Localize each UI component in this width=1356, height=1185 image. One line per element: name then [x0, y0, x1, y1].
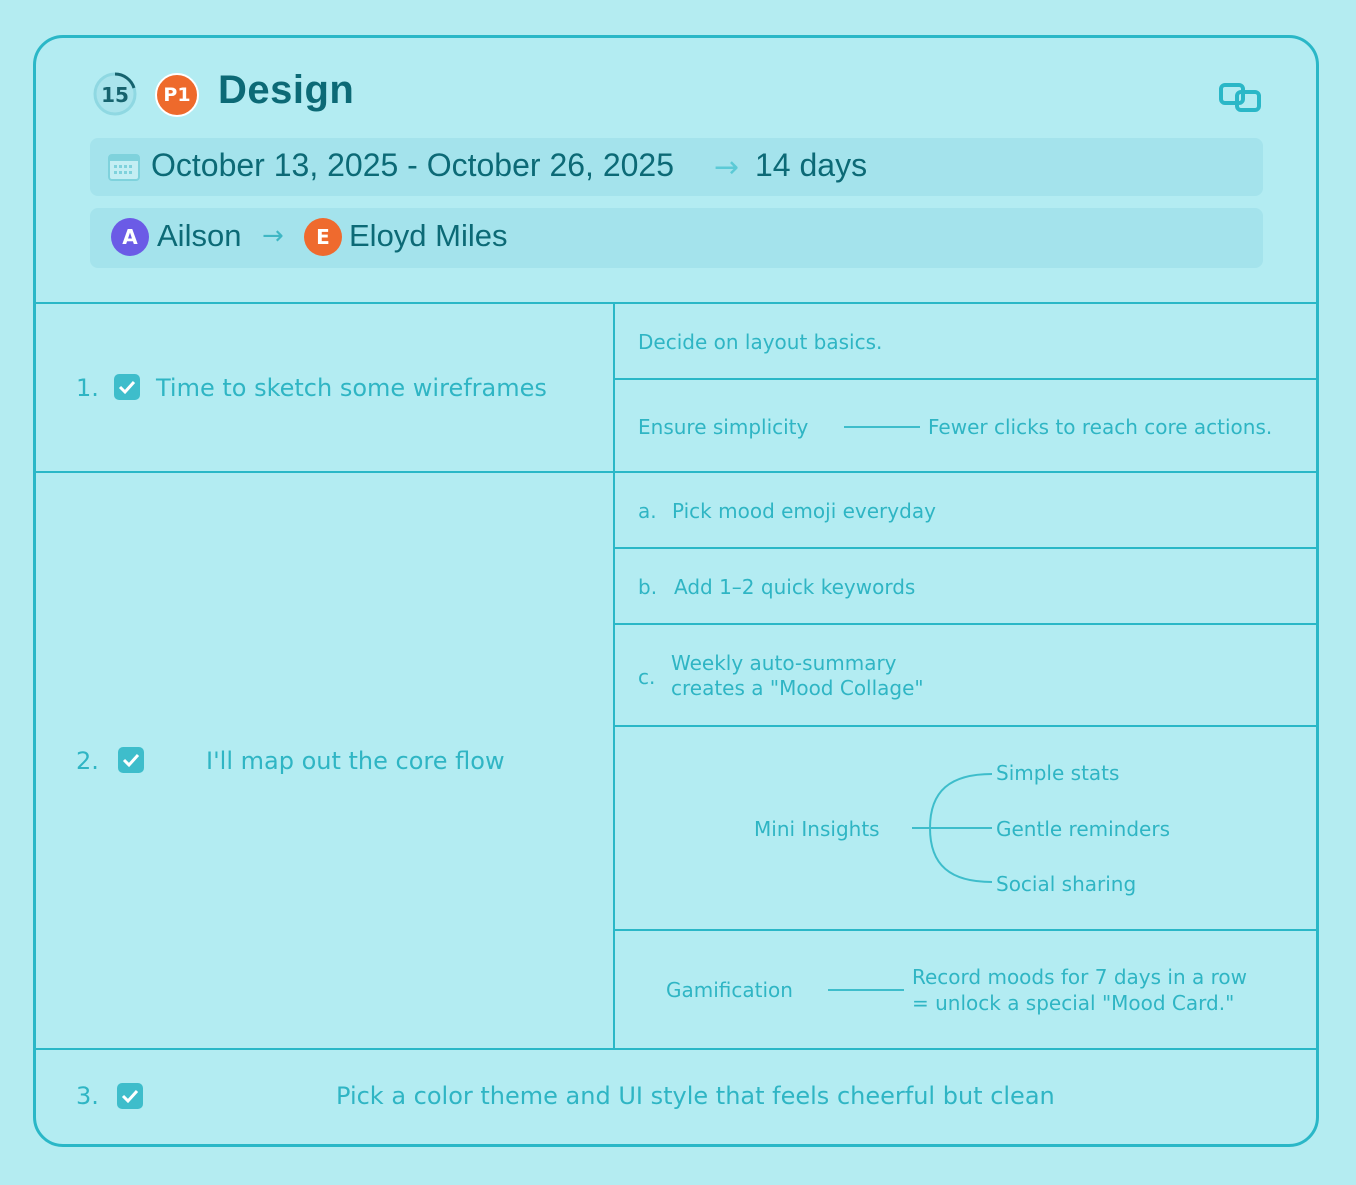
note-value: Fewer clicks to reach core actions.: [928, 415, 1273, 439]
page-background: 15 P1 Design October 13, 2025 - October …: [0, 0, 1356, 1185]
note-key: Ensure simplicity: [638, 415, 809, 439]
divider: [613, 302, 615, 1050]
page-title: Design: [218, 68, 355, 112]
divider: [613, 547, 1316, 549]
connector-line: [844, 426, 920, 428]
step-text-line2: creates a "Mood Collage": [671, 676, 924, 700]
progress-counter: 15: [92, 71, 138, 117]
branch-connector: [912, 773, 993, 883]
task-label[interactable]: Pick a color theme and UI style that fee…: [336, 1082, 1055, 1110]
checkbox-checked[interactable]: [114, 374, 140, 400]
assignee-bar[interactable]: A Ailson → E Eloyd Miles: [90, 208, 1263, 268]
arrow-right-icon: →: [262, 221, 284, 251]
divider: [613, 929, 1316, 931]
checkbox-checked[interactable]: [118, 747, 144, 773]
avatar-from[interactable]: A: [111, 218, 149, 256]
task-number: 2.: [76, 747, 99, 775]
step-marker: a.: [638, 499, 657, 523]
insights-root: Mini Insights: [754, 817, 880, 841]
divider: [36, 471, 1316, 473]
counter-value: 15: [101, 83, 129, 107]
divider: [613, 378, 1316, 380]
priority-badge[interactable]: P1: [155, 73, 199, 117]
step-marker: b.: [638, 575, 658, 599]
gamification-line2: = unlock a special "Mood Card.": [912, 991, 1235, 1015]
task-card: 15 P1 Design October 13, 2025 - October …: [33, 35, 1319, 1147]
task-number: 1.: [76, 374, 99, 402]
step-text: Pick mood emoji everyday: [672, 499, 936, 523]
to-name: Eloyd Miles: [349, 218, 508, 253]
step-text-line1: Weekly auto-summary: [671, 651, 897, 675]
step-text: Add 1–2 quick keywords: [674, 575, 916, 599]
divider: [36, 302, 1316, 304]
checkbox-checked[interactable]: [117, 1083, 143, 1109]
insight-branch: Gentle reminders: [996, 817, 1170, 841]
divider: [36, 1048, 1316, 1050]
divider: [613, 725, 1316, 727]
connector-line: [828, 989, 904, 991]
arrow-right-icon: →: [714, 150, 740, 185]
card-header: 15 P1 Design October 13, 2025 - October …: [36, 38, 1316, 303]
from-name: Ailson: [157, 218, 242, 253]
calendar-icon: [108, 154, 140, 181]
link-icon[interactable]: [1218, 80, 1262, 114]
avatar-to[interactable]: E: [304, 218, 342, 256]
gamification-line1: Record moods for 7 days in a row: [912, 965, 1247, 989]
task-label[interactable]: I'll map out the core flow: [206, 747, 505, 775]
task-number: 3.: [76, 1082, 99, 1110]
insight-branch: Simple stats: [996, 761, 1120, 785]
insight-branch: Social sharing: [996, 872, 1137, 896]
date-range-text: October 13, 2025 - October 26, 2025: [151, 147, 674, 183]
gamification-key: Gamification: [666, 978, 793, 1002]
divider: [613, 623, 1316, 625]
task-label[interactable]: Time to sketch some wireframes: [156, 374, 547, 402]
date-range-bar[interactable]: October 13, 2025 - October 26, 2025 → 14…: [90, 138, 1263, 196]
duration-text: 14 days: [755, 147, 868, 183]
note-text: Decide on layout basics.: [638, 330, 883, 354]
step-marker: c.: [638, 665, 656, 689]
